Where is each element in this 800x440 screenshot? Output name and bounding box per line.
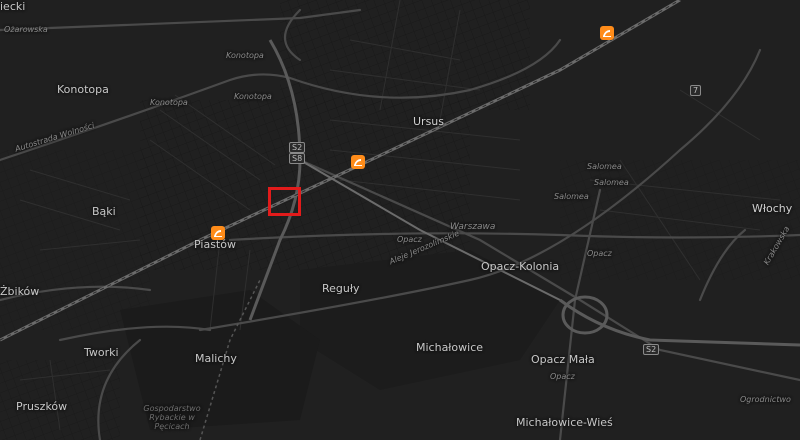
town-label-michalowice: Michałowice — [416, 341, 484, 354]
town-label-opacz-mala: Opacz Mała — [531, 353, 595, 366]
partial-label: iecki — [0, 0, 26, 13]
road-shield-7: 7 — [690, 85, 702, 96]
town-label-tworki: Tworki — [84, 346, 119, 359]
town-label-konotopa: Konotopa — [57, 83, 109, 96]
town-label-baki: Bąki — [92, 205, 116, 218]
road-shield-s2-east: S2 — [643, 344, 660, 355]
town-label-zbikow: Żbików — [0, 285, 40, 298]
road-shield-s2: S2 — [289, 142, 306, 153]
street-label-salomea-2: Salomea — [594, 178, 629, 187]
street-label-salomea-3: Salomea — [554, 192, 589, 201]
street-label-salomea-1: Salomea — [587, 162, 622, 171]
town-label-pruszkow: Pruszków — [16, 400, 68, 413]
street-label-konotopa-1: Konotopa — [226, 51, 264, 60]
map-base-layer — [0, 0, 800, 440]
street-label-ogrodnictwo: Ogrodnictwo — [740, 395, 791, 404]
train-station-icon[interactable] — [211, 226, 225, 240]
town-label-ursus: Ursus — [413, 115, 445, 128]
town-label-wlochy: Włochy — [752, 202, 793, 215]
train-station-icon[interactable] — [600, 26, 614, 40]
train-station-icon[interactable] — [351, 155, 365, 169]
area-label-gospodarstwo: Gospodarstwo Rybackie w Pęcicach — [143, 404, 201, 431]
street-label-warszawa: Warszawa — [450, 222, 496, 232]
street-label-ozarowska: Ożarowska — [4, 25, 48, 34]
town-label-reguly: Reguły — [322, 282, 360, 295]
street-label-konotopa-3: Konotopa — [234, 92, 272, 101]
town-label-malichy: Malichy — [195, 352, 237, 365]
town-label-michalowice-wies: Michałowice-Wieś — [516, 416, 613, 429]
street-label-opacz-2: Opacz — [587, 249, 612, 258]
street-label-opacz-3: Opacz — [550, 372, 575, 381]
road-shield-s8: S8 — [289, 153, 306, 164]
selection-marker[interactable] — [268, 187, 301, 216]
town-label-opacz-kolonia: Opacz-Kolonia — [481, 260, 560, 273]
map-view[interactable]: Ursus Piastów Bąki Konotopa Reguły Malic… — [0, 0, 800, 440]
street-label-opacz-1: Opacz — [397, 235, 422, 244]
street-label-konotopa-2: Konotopa — [150, 98, 188, 107]
